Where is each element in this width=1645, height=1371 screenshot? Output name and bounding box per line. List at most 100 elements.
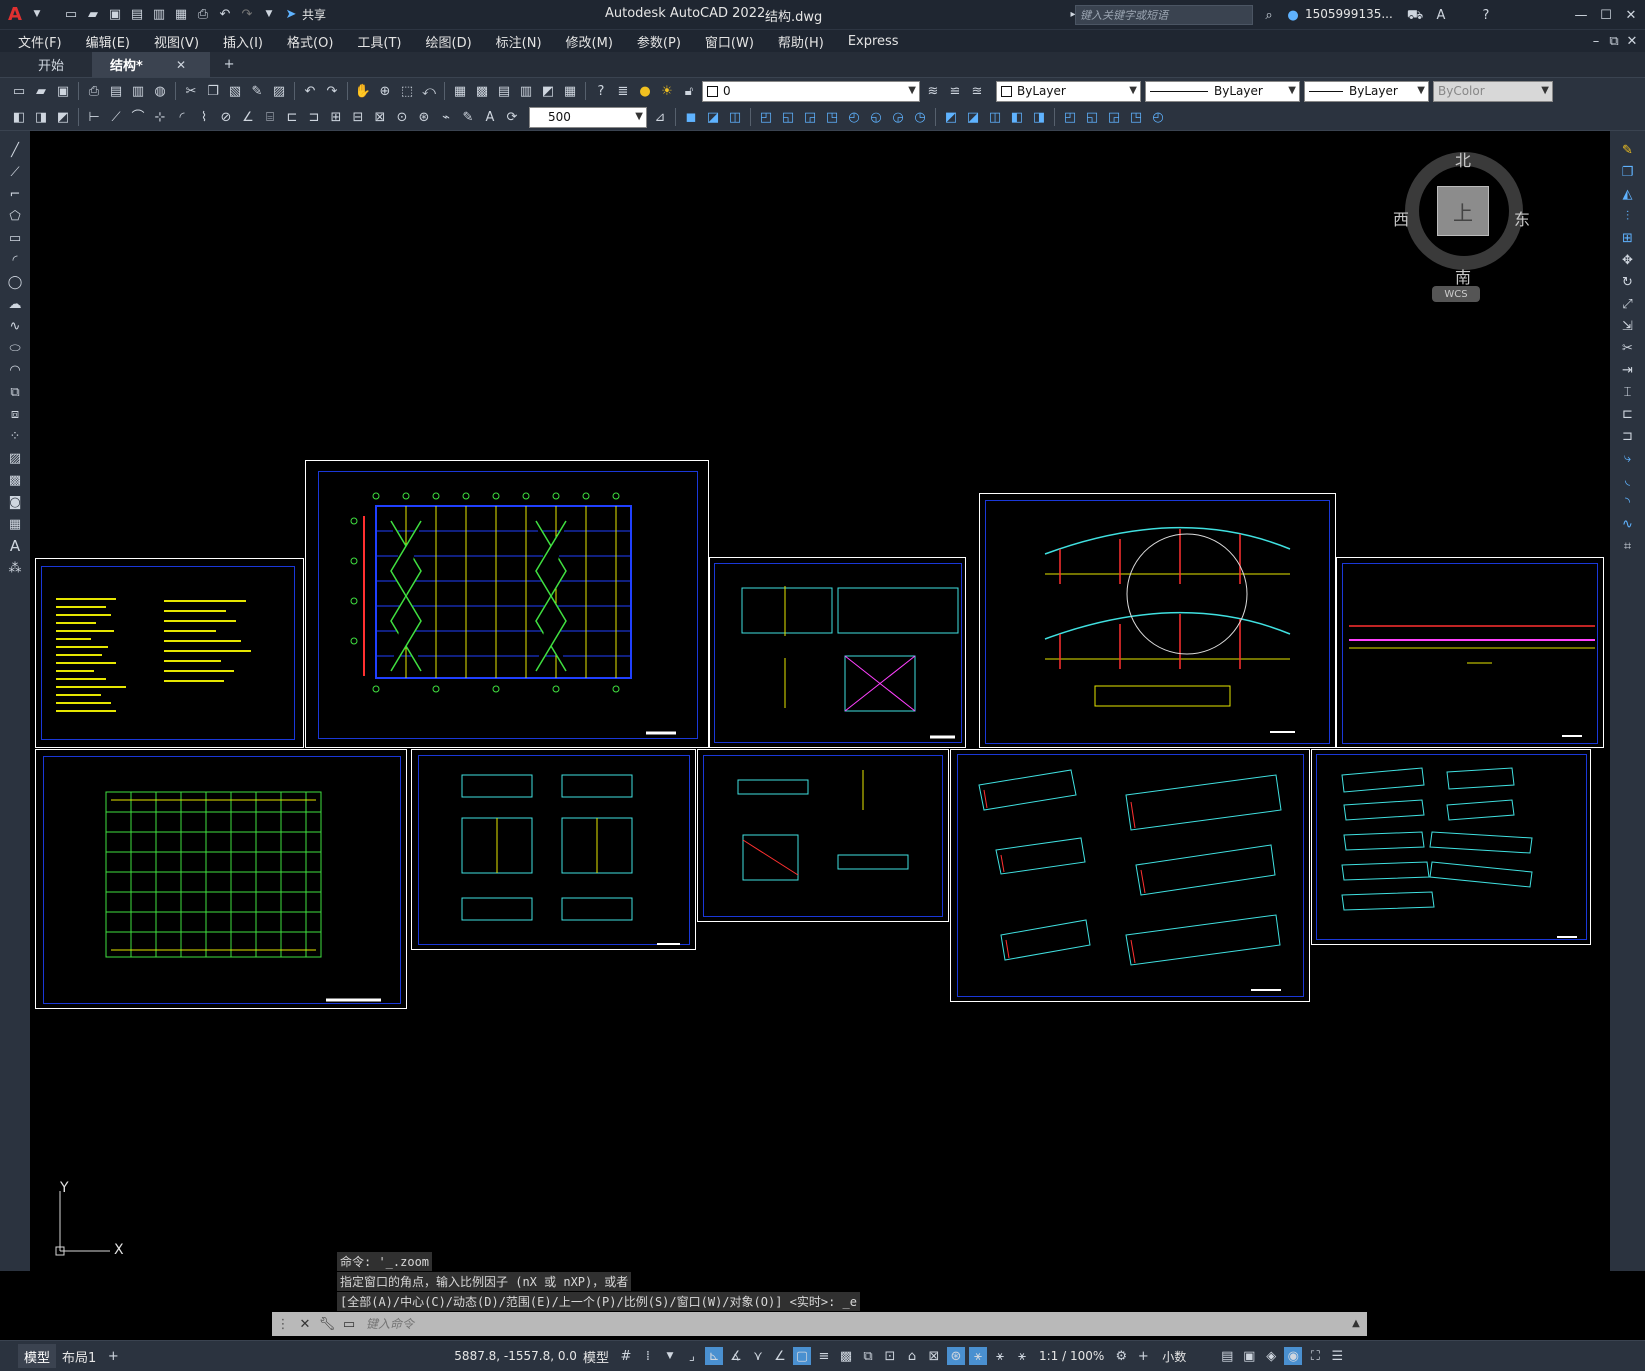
polyline-icon[interactable]: ⌐ [6, 185, 24, 203]
menu-edit[interactable]: 编辑(E) [74, 32, 142, 51]
rotate-icon[interactable]: ↻ [1619, 273, 1637, 291]
close-command-icon[interactable]: ✕ [296, 1315, 314, 1333]
stretch-icon[interactable]: ⇲ [1619, 317, 1637, 335]
union-icon[interactable]: ◼ [682, 108, 700, 126]
lineweight-dropdown[interactable]: ByLayer ▼ [1304, 80, 1429, 102]
help-icon[interactable]: ? [1477, 6, 1495, 24]
ellipse-arc-icon[interactable]: ◠ [6, 361, 24, 379]
menu-file[interactable]: 文件(F) [6, 32, 74, 51]
menu-format[interactable]: 格式(O) [275, 32, 345, 51]
new-file-icon[interactable]: ▭ [62, 6, 80, 24]
gradient-icon[interactable]: ▩ [6, 471, 24, 489]
shell-icon[interactable]: ◧ [1008, 108, 1026, 126]
circle-icon[interactable]: ◯ [6, 273, 24, 291]
gizmo-icon[interactable]: ⊛ [946, 1347, 965, 1365]
spline-icon[interactable]: ∿ [6, 317, 24, 335]
maximize-icon[interactable]: ☐ [1597, 6, 1615, 24]
search-input[interactable]: 键入关键字或短语 [1075, 5, 1253, 25]
region-icon[interactable]: ◙ [6, 493, 24, 511]
redo-icon[interactable]: ↷ [238, 6, 256, 24]
wcs-menu-button[interactable]: WCS [1432, 286, 1480, 302]
share-button[interactable]: 共享 [302, 6, 326, 23]
offset-edge-icon[interactable]: ◴ [1149, 108, 1167, 126]
paste-icon[interactable]: ▧ [226, 82, 244, 100]
qnew-icon[interactable]: ▭ [10, 82, 28, 100]
blend-curves-icon[interactable]: ◝ [1619, 493, 1637, 511]
color-faces-icon[interactable]: ◷ [911, 108, 929, 126]
viewcube-west[interactable]: 西 [1393, 206, 1409, 230]
menu-dimension[interactable]: 标注(N) [484, 32, 554, 51]
copy-faces-icon[interactable]: ◶ [889, 108, 907, 126]
layer-freeze-icon[interactable]: ☀ [658, 82, 676, 100]
doc-close-icon[interactable]: ✕ [1623, 32, 1641, 50]
selection-cycling-icon[interactable]: ⧉ [859, 1347, 877, 1365]
ucs-icon[interactable]: ◧ [10, 108, 28, 126]
viewcube-north[interactable]: 北 [1455, 147, 1471, 171]
grid-icon[interactable]: # [617, 1347, 635, 1365]
scale-icon[interactable]: ⤢ [1619, 295, 1637, 313]
tolerance-icon[interactable]: ⊠ [371, 108, 389, 126]
point-icon[interactable]: ⁘ [6, 427, 24, 445]
menu-help[interactable]: 帮助(H) [766, 32, 836, 51]
baseline-dim-icon[interactable]: ⊏ [283, 108, 301, 126]
preview-icon[interactable]: ▤ [107, 82, 125, 100]
tab-structure[interactable]: 结构* ✕ [92, 52, 211, 77]
undo-toolbar-icon[interactable]: ↶ [301, 82, 319, 100]
drawing-sheet-framing-plan[interactable] [35, 749, 407, 1009]
calculator-icon[interactable]: ▦ [561, 82, 579, 100]
menu-express[interactable]: Express [836, 34, 911, 49]
workspace-gear-icon[interactable]: ⚙ [1112, 1347, 1130, 1365]
annotation-monitor-icon[interactable]: + [1134, 1347, 1152, 1365]
object-snap-icon[interactable]: ▢ [792, 1347, 811, 1365]
infer-constraints-icon[interactable]: ⌟ [683, 1347, 701, 1365]
transparency-icon[interactable]: ▩ [837, 1347, 855, 1365]
dimscale-dropdown[interactable]: 500 ▼ [529, 106, 647, 128]
share-icon[interactable]: ➤ [282, 6, 300, 24]
delete-faces-icon[interactable]: ◳ [823, 108, 841, 126]
isolate-objects-icon[interactable]: ◈ [1262, 1347, 1280, 1365]
open-web-icon[interactable]: ▥ [150, 6, 168, 24]
units-value[interactable]: 小数 [1162, 1348, 1186, 1365]
diameter-dim-icon[interactable]: ⊘ [217, 108, 235, 126]
doc-minimize-icon[interactable]: – [1587, 32, 1605, 50]
save-web-icon[interactable]: ▦ [172, 6, 190, 24]
save-as-icon[interactable]: ▤ [128, 6, 146, 24]
block-editor-icon[interactable]: ▨ [270, 82, 288, 100]
edit-polyline-icon[interactable]: ⌗ [1619, 537, 1637, 555]
object-snap-tracking-icon[interactable]: ∠ [771, 1347, 789, 1365]
selection-filter-icon[interactable]: ⊠ [925, 1347, 943, 1365]
command-history-up-icon[interactable]: ▲ [1347, 1315, 1365, 1333]
add-layout-icon[interactable]: + [104, 1347, 122, 1365]
search-icon[interactable]: ⌕ [1260, 6, 1278, 24]
drawing-sheet-details-c[interactable] [697, 749, 949, 922]
user-name[interactable]: 1505999135... [1305, 7, 1393, 21]
continue-dim-icon[interactable]: ⊐ [305, 108, 323, 126]
menu-parametric[interactable]: 参数(P) [625, 32, 693, 51]
tab-model[interactable]: 模型 [18, 1344, 57, 1368]
tab-start[interactable]: 开始 [20, 52, 82, 77]
isodraft-icon[interactable]: ⋎ [749, 1347, 767, 1365]
hatch-icon[interactable]: ▨ [6, 449, 24, 467]
intersect-icon[interactable]: ◫ [726, 108, 744, 126]
menu-window[interactable]: 窗口(W) [693, 32, 766, 51]
fillet-icon[interactable]: ◟ [1619, 471, 1637, 489]
chevron-down-icon[interactable]: ▼ [661, 1347, 679, 1365]
dim-space-icon[interactable]: ⊞ [327, 108, 345, 126]
join-icon[interactable]: ⊐ [1619, 427, 1637, 445]
zoom-realtime-icon[interactable]: ⊕ [376, 82, 394, 100]
publish-icon[interactable]: ▥ [129, 82, 147, 100]
autodesk-a360-icon[interactable]: A [1432, 6, 1450, 24]
imprint-icon[interactable]: ◩ [942, 108, 960, 126]
drawing-sheet-details-a[interactable] [709, 557, 966, 748]
copy-icon[interactable]: ❐ [204, 82, 222, 100]
quick-properties-icon[interactable]: ▤ [1218, 1347, 1236, 1365]
plotstyle-dropdown[interactable]: ByColor ▼ [1433, 80, 1553, 102]
extract-edges-icon[interactable]: ◰ [1061, 108, 1079, 126]
viewcube-top-face[interactable]: 上 [1437, 186, 1489, 236]
tool-palettes-icon[interactable]: ▤ [495, 82, 513, 100]
save-icon[interactable]: ▣ [106, 6, 124, 24]
color-dropdown[interactable]: ByLayer ▼ [996, 80, 1141, 102]
move-icon[interactable]: ✥ [1619, 251, 1637, 269]
radius-dim-icon[interactable]: ◜ [173, 108, 191, 126]
aligned-dim-icon[interactable]: ⟋ [107, 108, 125, 126]
